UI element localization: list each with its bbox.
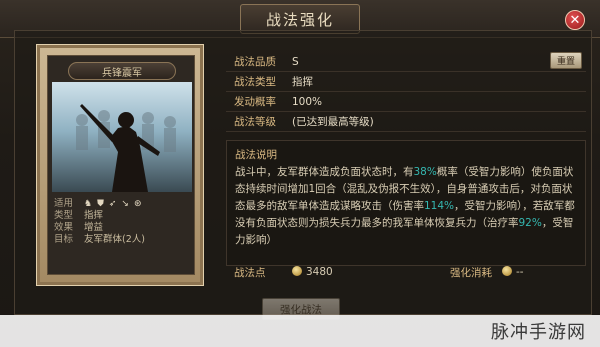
description-highlight: 114% [424, 200, 455, 212]
detail-value: S [292, 55, 299, 68]
cavalry-icon: ♞ [84, 199, 93, 209]
tactic-card: 兵锋震军 适用 ♞ ⛊ ➶ ↘ ⊛ 类型 指挥 效果 增益 目标 友军群体(2人… [36, 44, 204, 286]
card-info-row: 效果 增益 [54, 222, 190, 234]
siege-icon: ⊛ [133, 199, 142, 209]
card-inner: 兵锋震军 适用 ♞ ⛊ ➶ ↘ ⊛ 类型 指挥 效果 增益 目标 友军群体(2人… [47, 55, 195, 275]
close-button[interactable]: ✕ [565, 10, 585, 30]
detail-value: 指挥 [292, 76, 313, 88]
coin-icon [502, 266, 512, 276]
tactic-points-amount: 3480 [306, 266, 333, 278]
card-info-row: 目标 友军群体(2人) [54, 234, 190, 246]
reset-button[interactable]: 重置 [550, 52, 582, 69]
detail-value: 100% [292, 95, 323, 108]
detail-key: 发动概率 [234, 96, 276, 108]
card-name-plate: 兵锋震军 [68, 62, 176, 80]
card-info-row: 类型 指挥 [54, 210, 190, 222]
card-info-key: 类型 [54, 210, 74, 221]
card-name: 兵锋震军 [102, 67, 142, 79]
enhance-cost-amount: -- [516, 266, 524, 278]
page-title: 战法强化 [265, 10, 334, 29]
card-info-row: 适用 ♞ ⛊ ➶ ↘ ⊛ [54, 198, 190, 210]
card-info-key: 适用 [54, 198, 74, 209]
card-illustration [52, 82, 192, 192]
card-info-value: 增益 [84, 222, 104, 233]
close-icon: ✕ [569, 12, 581, 28]
bow-icon: ➶ [108, 199, 117, 209]
description-title: 战法说明 [235, 149, 277, 161]
detail-key: 战法品质 [234, 56, 276, 68]
applicable-troops: ♞ ⛊ ➶ ↘ ⊛ [84, 198, 141, 210]
card-info-key: 效果 [54, 222, 74, 233]
cost-footer: 战法点 3480 强化消耗 -- [226, 262, 586, 282]
description-highlight: 38% [413, 166, 437, 178]
enhance-cost-value: -- [502, 266, 524, 278]
coin-icon [292, 266, 302, 276]
card-info-key: 目标 [54, 234, 74, 245]
description-part: 战斗中，友军群体造成负面状态时，有 [235, 166, 414, 178]
watermark-text: 脉冲手游网 [491, 322, 586, 343]
detail-row-rate: 发动概率 100% [226, 92, 586, 112]
game-screen: 战法强化 ✕ 兵锋震军 适用 ♞ ⛊ ➶ ↘ ⊛ 类型 指挥 效果 增益 目标 … [0, 0, 600, 347]
description-box: 战法说明 战斗中，友军群体造成负面状态时，有38%概率（受智力影响）使负面状态持… [226, 140, 586, 266]
shield-icon: ⛊ [97, 199, 104, 209]
card-info: 适用 ♞ ⛊ ➶ ↘ ⊛ 类型 指挥 效果 增益 目标 友军群体(2人) [48, 194, 196, 276]
description-highlight: 92% [518, 217, 542, 229]
card-info-value: 指挥 [84, 210, 104, 221]
detail-value: (已达到最高等级) [292, 116, 374, 128]
description-text: 战斗中，友军群体造成负面状态时，有38%概率（受智力影响）使负面状态持续时间增加… [235, 164, 577, 249]
card-info-value: 友军群体(2人) [84, 234, 145, 245]
detail-row-type: 战法类型 指挥 [226, 72, 586, 92]
tactic-details: 战法品质 S 重置 战法类型 指挥 发动概率 100% 战法等级 (已达到最高等… [226, 52, 586, 132]
watermark: 脉冲手游网 [0, 315, 600, 347]
detail-row-quality: 战法品质 S 重置 [226, 52, 586, 72]
detail-row-level: 战法等级 (已达到最高等级) [226, 112, 586, 132]
tactic-points-label: 战法点 [234, 266, 266, 279]
tactic-points-value: 3480 [292, 266, 422, 278]
spear-icon: ↘ [121, 199, 129, 209]
detail-key: 战法等级 [234, 116, 276, 128]
enhance-cost-label: 强化消耗 [450, 266, 492, 279]
warrior-silhouette-icon [76, 104, 176, 192]
detail-key: 战法类型 [234, 76, 276, 88]
